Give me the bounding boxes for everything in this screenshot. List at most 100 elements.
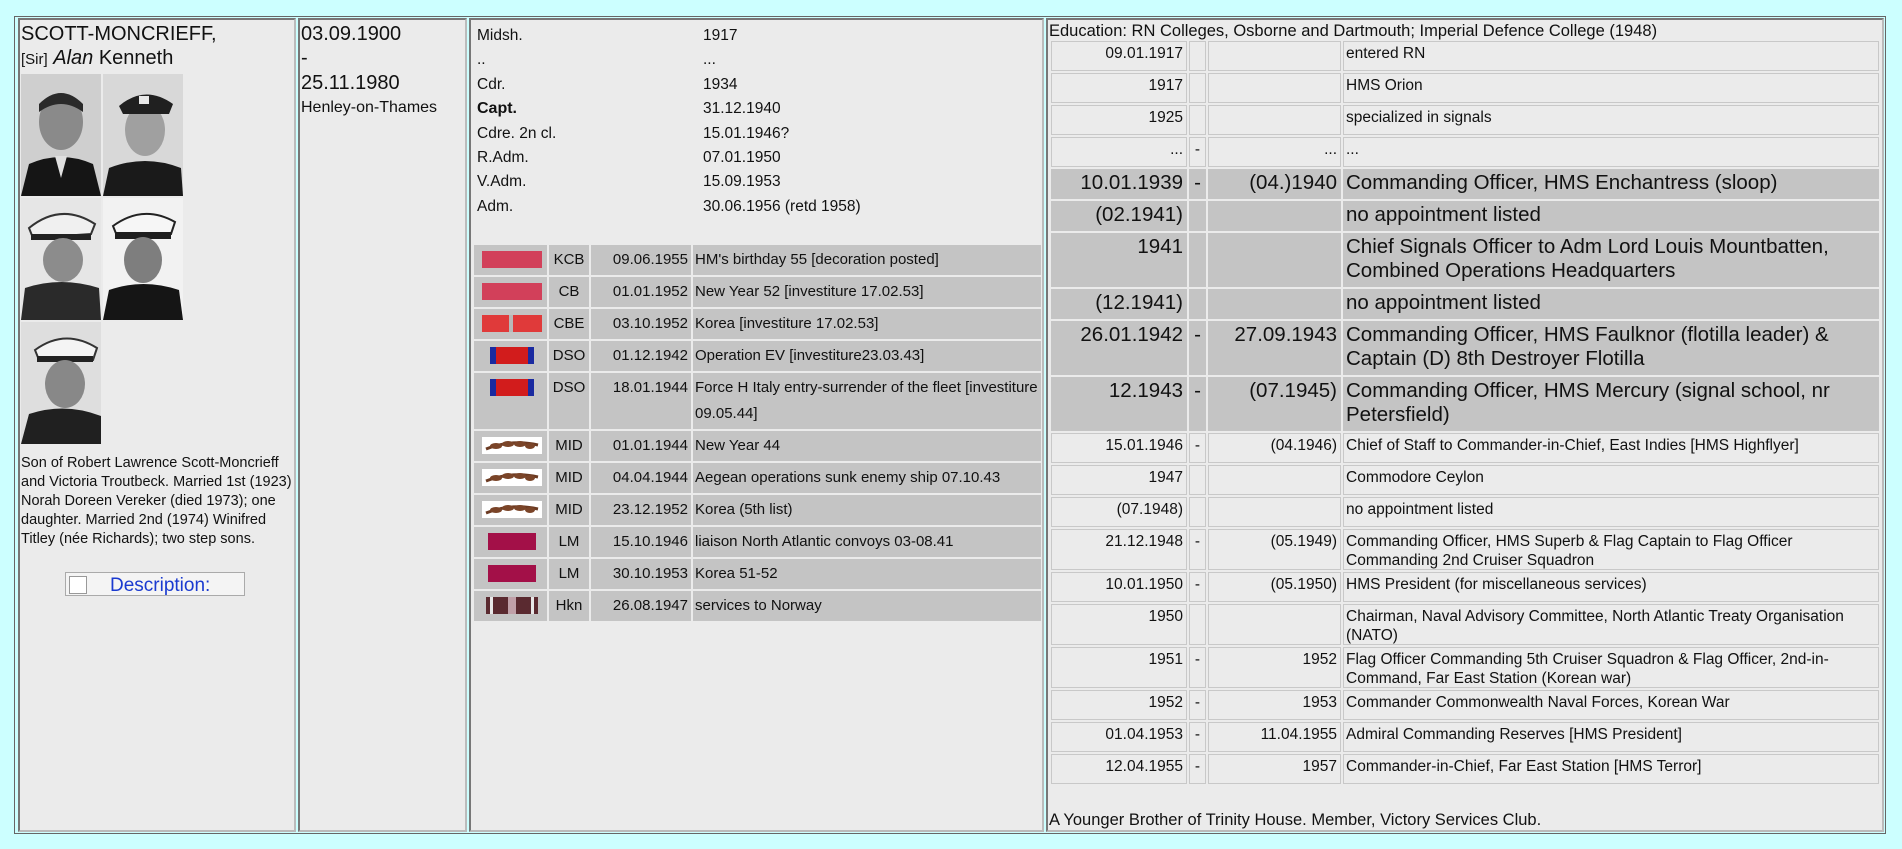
portrait-photo-2[interactable] xyxy=(103,74,183,196)
career-appointment: HMS President (for miscellaneous service… xyxy=(1343,572,1879,602)
career-row: 10.01.1950- (05.1950) HMS President (for m… xyxy=(1051,572,1879,602)
career-to-date: ... xyxy=(1208,137,1341,167)
portrait-photo-3[interactable] xyxy=(21,198,101,320)
award-description: Aegean operations sunk enemy ship 07.10.… xyxy=(693,463,1041,493)
career-from-date: 1925 xyxy=(1051,105,1187,135)
career-to-date xyxy=(1208,41,1341,71)
award-description: New Year 52 [investiture 17.02.53] xyxy=(693,277,1041,307)
description-link-text[interactable]: Description: xyxy=(110,575,210,595)
career-to-date xyxy=(1208,497,1341,527)
career-separator xyxy=(1189,465,1206,495)
career-appointment: no appointment listed xyxy=(1343,289,1879,319)
career-row: (07.1948) no appointment listed xyxy=(1051,497,1879,527)
rank-date: 1934 xyxy=(703,75,738,93)
rank-date: 30.06.1956 (retd 1958) xyxy=(703,197,861,215)
portrait-photo-1[interactable] xyxy=(21,74,101,196)
career-appointment: Commanding Officer, HMS Superb & Flag Ca… xyxy=(1343,529,1879,570)
award-abbreviation: MID xyxy=(549,463,589,493)
portrait-photo-5[interactable] xyxy=(21,322,101,444)
rank-row: V.Adm. 15.09.1953 xyxy=(477,170,1037,194)
award-date: 23.12.1952 xyxy=(591,495,691,525)
career-to-date xyxy=(1208,73,1341,103)
career-from-date: 09.01.1917 xyxy=(1051,41,1187,71)
career-appointment: Commanding Officer, HMS Enchantress (slo… xyxy=(1343,169,1879,199)
career-to-date xyxy=(1208,233,1341,287)
career-from-date: (12.1941) xyxy=(1051,289,1187,319)
career-to-date: 11.04.1955 xyxy=(1208,722,1341,752)
career-row: (02.1941) no appointment listed xyxy=(1051,201,1879,231)
career-row: 09.01.1917 entered RN xyxy=(1051,41,1879,71)
career-from-date: 10.01.1939 xyxy=(1051,169,1187,199)
career-column: Education: RN Colleges, Osborne and Dart… xyxy=(1046,18,1884,832)
career-row: 1917 HMS Orion xyxy=(1051,73,1879,103)
career-to-date: (05.1950) xyxy=(1208,572,1341,602)
description-image-link[interactable]: Description: xyxy=(65,572,245,596)
award-date: 01.01.1944 xyxy=(591,431,691,461)
career-to-date: 1957 xyxy=(1208,754,1341,784)
career-row: 1952-1953 Commander Commonwealth Naval Fo… xyxy=(1051,690,1879,720)
rank-date: ... xyxy=(703,51,716,69)
award-description: Operation EV [investiture23.03.43] xyxy=(693,341,1041,371)
career-appointment: Chief of Staff to Commander-in-Chief, Ea… xyxy=(1343,433,1879,463)
rank-row: Adm. 30.06.1956 (retd 1958) xyxy=(477,195,1037,219)
award-row: DSO 18.01.1944 Force H Italy entry-surrend… xyxy=(474,373,1041,429)
rank-name: Cdr. xyxy=(477,75,506,93)
kcb-ribbon-icon xyxy=(474,245,547,275)
career-from-date: 1941 xyxy=(1051,233,1187,287)
career-from-date: (07.1948) xyxy=(1051,497,1187,527)
career-from-date: 1951 xyxy=(1051,647,1187,688)
career-appointment: Admiral Commanding Reserves [HMS Preside… xyxy=(1343,722,1879,752)
portrait-photo-4[interactable] xyxy=(103,198,183,320)
award-row: LM 15.10.1946 liaison North Atlantic convo… xyxy=(474,527,1041,557)
award-description: Force H Italy entry-surrender of the fle… xyxy=(693,373,1041,429)
award-description: Korea 51-52 xyxy=(693,559,1041,589)
rank-date: 07.01.1950 xyxy=(703,149,781,166)
career-appointment: Chairman, Naval Advisory Committee, Nort… xyxy=(1343,604,1879,645)
award-row: MID 01.01.1944 New Year 44 xyxy=(474,431,1041,461)
rank-row: R.Adm. 07.01.1950 xyxy=(477,146,1037,170)
mid-ribbon-icon xyxy=(474,463,547,493)
career-to-date xyxy=(1208,465,1341,495)
career-appointment: ... xyxy=(1343,137,1879,167)
career-appointment: Commodore Ceylon xyxy=(1343,465,1879,495)
rank-date: 15.09.1953 xyxy=(703,173,781,191)
career-row: ... -...... xyxy=(1051,137,1879,167)
career-separator: - xyxy=(1189,433,1206,463)
broken-image-icon xyxy=(69,576,87,594)
career-separator: - xyxy=(1189,529,1206,570)
career-separator xyxy=(1189,289,1206,319)
career-row: 15.01.1946- (04.1946) Chief of Staff to Co… xyxy=(1051,433,1879,463)
career-appointment: specialized in signals xyxy=(1343,105,1879,135)
ranks-awards-column: Midsh. 1917..... Cdr. 1934 Capt. 31.12.1940 Cd… xyxy=(469,18,1044,832)
award-date: 03.10.1952 xyxy=(591,309,691,339)
career-separator: - xyxy=(1189,169,1206,199)
career-appointment: HMS Orion xyxy=(1343,73,1879,103)
award-row: CB 01.01.1952 New Year 52 [investiture 17.… xyxy=(474,277,1041,307)
career-separator: - xyxy=(1189,722,1206,752)
career-from-date: 1917 xyxy=(1051,73,1187,103)
lm-ribbon-icon xyxy=(474,527,547,557)
award-abbreviation: KCB xyxy=(549,245,589,275)
career-row: 10.01.1939- (04.)1940 Commanding Officer, … xyxy=(1051,169,1879,199)
career-appointment: Commanding Officer, HMS Mercury (signal … xyxy=(1343,377,1879,431)
career-to-date xyxy=(1208,289,1341,319)
career-separator xyxy=(1189,41,1206,71)
award-description: HM's birthday 55 [decoration posted] xyxy=(693,245,1041,275)
career-from-date: 21.12.1948 xyxy=(1051,529,1187,570)
award-date: 15.10.1946 xyxy=(591,527,691,557)
mid-ribbon-icon xyxy=(474,495,547,525)
career-from-date: 1952 xyxy=(1051,690,1187,720)
award-row: MID 04.04.1944 Aegean operations sunk enem… xyxy=(474,463,1041,493)
award-date: 26.08.1947 xyxy=(591,591,691,621)
award-description: New Year 44 xyxy=(693,431,1041,461)
award-description: services to Norway xyxy=(693,591,1041,621)
career-row: 1951-1952 Flag Officer Commanding 5th Cru… xyxy=(1051,647,1879,688)
award-abbreviation: CB xyxy=(549,277,589,307)
career-appointment: no appointment listed xyxy=(1343,201,1879,231)
career-to-date xyxy=(1208,604,1341,645)
career-separator xyxy=(1189,604,1206,645)
career-separator: - xyxy=(1189,377,1206,431)
career-to-date: (05.1949) xyxy=(1208,529,1341,570)
award-row: DSO 01.12.1942 Operation EV [investiture23… xyxy=(474,341,1041,371)
lm-ribbon-icon xyxy=(474,559,547,589)
